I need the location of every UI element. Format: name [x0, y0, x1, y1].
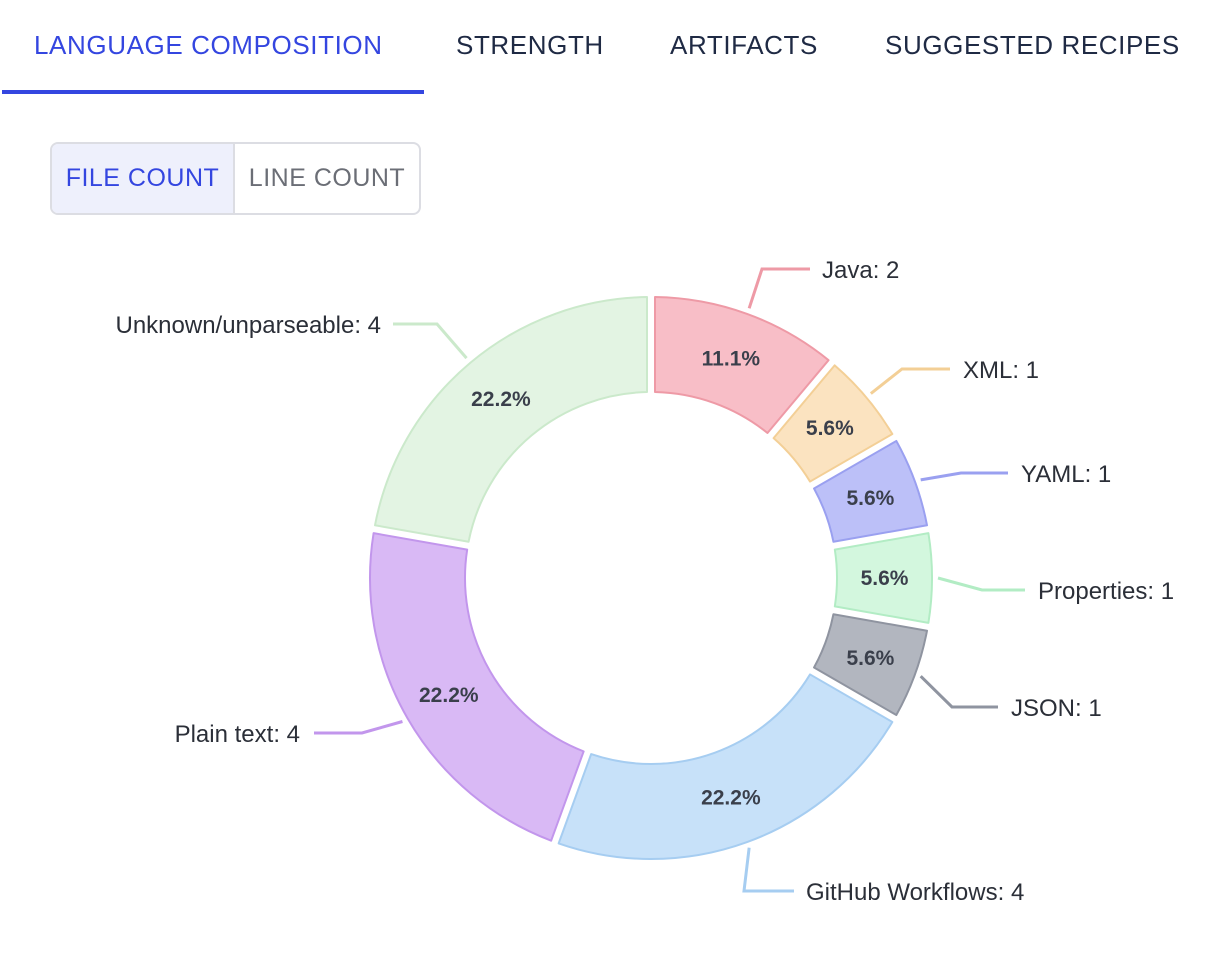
slice-label-unknown-unparseable: Unknown/unparseable: 4 — [115, 312, 381, 339]
slice-percent-unknown-unparseable: 22.2% — [471, 388, 531, 411]
slice-percent-json: 5.6% — [846, 647, 894, 670]
slice-label-java: Java: 2 — [822, 257, 899, 284]
leader-line-plain-text — [314, 720, 403, 735]
slice-percent-xml: 5.6% — [806, 417, 854, 440]
slice-percent-plain-text: 22.2% — [419, 684, 479, 707]
leader-line-github-workflows — [742, 847, 794, 893]
slice-label-xml: XML: 1 — [963, 357, 1039, 384]
leader-line-java — [747, 267, 810, 309]
leader-line-json — [919, 675, 998, 709]
leader-line-yaml — [920, 471, 1008, 482]
slice-percent-properties: 5.6% — [861, 567, 909, 590]
slice-label-json: JSON: 1 — [1011, 695, 1102, 722]
slice-unknown-unparseable[interactable] — [373, 296, 648, 543]
slice-github-workflows[interactable] — [557, 673, 894, 860]
leader-line-xml — [869, 367, 950, 395]
slice-label-plain-text: Plain text: 4 — [175, 721, 300, 748]
slice-percent-java: 11.1% — [702, 348, 761, 371]
slice-percent-github-workflows: 22.2% — [701, 786, 761, 809]
language-donut-chart: 11.1% Java: 2 5.6% XML: 1 5.6% YAML: 1 5.6% Pro… — [115, 257, 1174, 906]
leader-line-properties — [937, 576, 1025, 592]
slice-label-yaml: YAML: 1 — [1021, 461, 1111, 488]
slice-percent-yaml: 5.6% — [846, 487, 894, 510]
leader-line-unknown-unparseable — [393, 322, 468, 360]
slice-label-github-workflows: GitHub Workflows: 4 — [806, 879, 1024, 906]
slice-label-properties: Properties: 1 — [1038, 578, 1174, 605]
